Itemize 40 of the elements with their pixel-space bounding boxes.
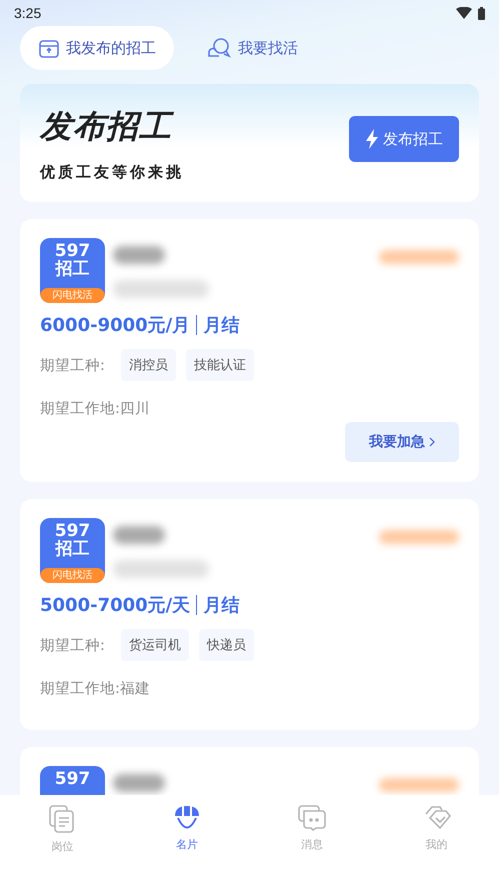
- urgent-button[interactable]: 我要加急: [345, 422, 459, 462]
- place: 四川: [120, 400, 150, 418]
- settlement: 月结: [203, 594, 240, 617]
- trade-tag: 快递员: [198, 629, 254, 661]
- banner-subtitle: 优质工友等你来挑: [40, 162, 184, 182]
- lightning-icon: [365, 129, 379, 149]
- box-icon: [38, 37, 60, 59]
- trade-tag: 技能认证: [186, 349, 254, 381]
- salary: 6000-9000元/月: [40, 314, 190, 337]
- place-label: 期望工作地:: [40, 680, 120, 698]
- salary: 5000-7000元/天: [40, 594, 190, 617]
- chevron-icon: [429, 437, 435, 447]
- place: 福建: [120, 680, 150, 698]
- app-logo: 597: [40, 766, 105, 795]
- trade-tag: 货运司机: [120, 629, 189, 661]
- app-logo: 597 招工 闪电找活: [40, 238, 105, 303]
- nav-tab[interactable]: 岗位: [0, 795, 125, 888]
- banner-title: 发布招工: [40, 106, 175, 146]
- post-job-button[interactable]: 发布招工: [349, 116, 459, 162]
- nav-tab[interactable]: 名片: [124, 795, 250, 888]
- status-time: 3:25: [14, 5, 42, 21]
- wifi-icon: [456, 7, 472, 19]
- nav-tab[interactable]: 我的: [374, 795, 499, 888]
- document-icon: [49, 805, 76, 833]
- battery-icon: [478, 6, 485, 20]
- nav-tab[interactable]: 消息: [250, 795, 374, 888]
- settlement: 月结: [203, 314, 240, 337]
- place-label: 期望工作地:: [40, 400, 120, 418]
- chat-bubble-icon: [206, 37, 232, 59]
- blurred-name: [113, 774, 165, 792]
- blurred-name: [113, 246, 165, 264]
- tab[interactable]: 我要找活: [188, 26, 316, 70]
- blurred-name: [113, 526, 165, 544]
- tab[interactable]: 我发布的招工: [20, 26, 174, 70]
- trade-label: 期望工种:: [40, 356, 105, 374]
- trade-tag: 消控员: [120, 349, 176, 381]
- helmet-icon: [173, 805, 202, 831]
- trade-label: 期望工种:: [40, 636, 105, 654]
- app-logo: 597 招工 闪电找活: [40, 518, 105, 583]
- chat-icon: [298, 805, 326, 831]
